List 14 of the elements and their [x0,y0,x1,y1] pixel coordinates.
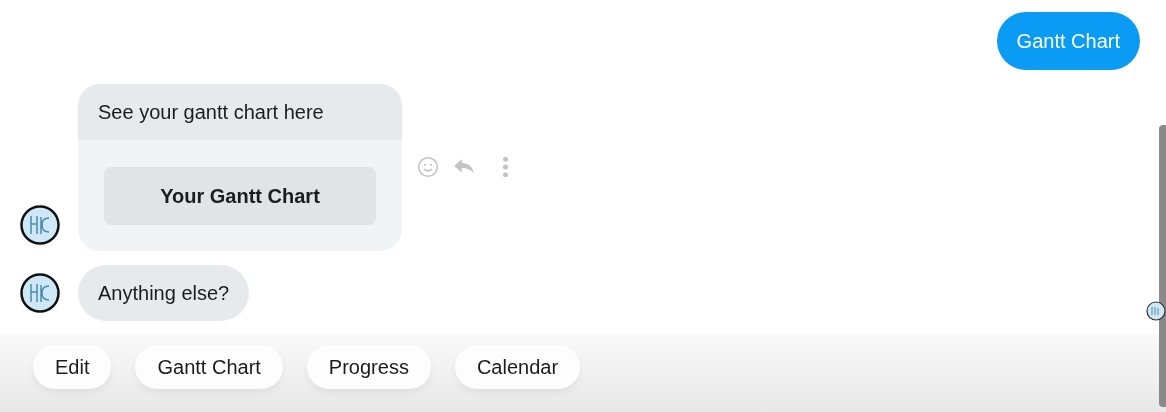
sent-message: Gantt Chart [996,12,1140,70]
quick-reply-chip[interactable]: Gantt Chart [135,345,283,389]
more-icon[interactable] [502,156,509,178]
read-receipt-icon [1146,301,1166,321]
received-message: Anything else? [78,265,250,321]
quick-reply-chip[interactable]: Edit [33,345,112,389]
card-message: See your gantt chart here [78,84,402,140]
bot-avatar-icon [20,205,60,245]
bot-avatar-icon [20,273,60,313]
quick-reply-chip[interactable]: Calendar [454,345,581,389]
quick-reply-chip[interactable]: Progress [306,345,431,389]
gantt-chart-button[interactable]: Your Gantt Chart [104,167,376,225]
scrollbar[interactable] [1159,125,1166,407]
smiley-icon[interactable] [416,156,440,178]
